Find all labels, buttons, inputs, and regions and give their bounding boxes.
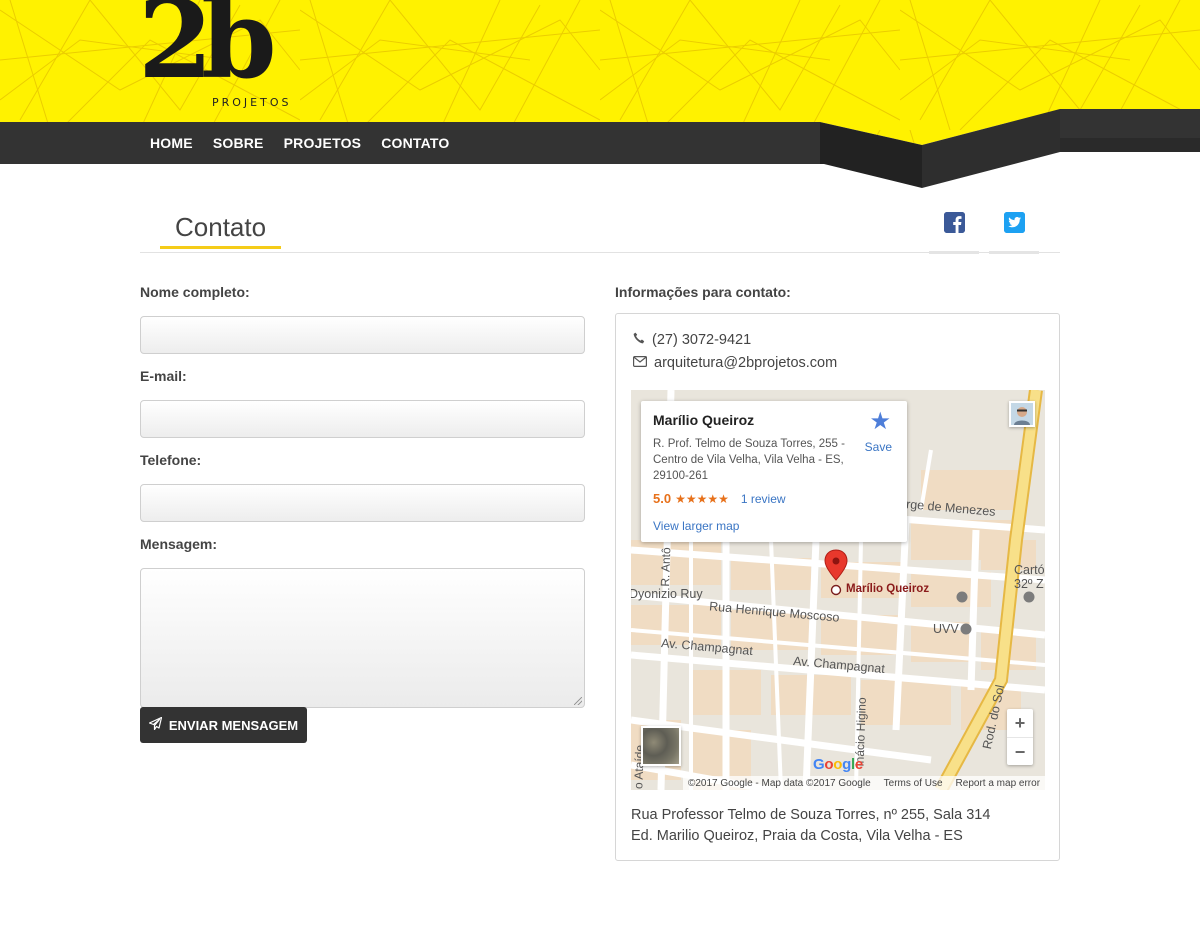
message-field[interactable]	[140, 568, 585, 708]
send-message-button[interactable]: ENVIAR MENSAGEM	[140, 707, 307, 743]
main-nav: HOME SOBRE PROJETOS CONTATO	[140, 122, 460, 164]
title-row: Contato	[140, 200, 1060, 254]
phone-number: (27) 3072-9421	[652, 332, 752, 348]
logo[interactable]: 2b PROJETOS	[138, 0, 298, 118]
place-info-card: Marílio Queiroz R. Prof. Telmo de Souza …	[641, 401, 907, 542]
nav-sobre[interactable]: SOBRE	[213, 135, 264, 151]
contact-form: Nome completo: E-mail: Telefone: Mensage…	[140, 280, 585, 743]
paper-plane-icon	[148, 716, 162, 733]
address: Rua Professor Telmo de Souza Torres, nº …	[631, 805, 990, 847]
satellite-toggle[interactable]	[641, 726, 681, 766]
star-icon[interactable]: ★	[869, 407, 891, 436]
google-map[interactable]: Dyonizio Ruy Rua Henrique Moscoso Av. Ch…	[631, 390, 1045, 790]
send-message-label: ENVIAR MENSAGEM	[168, 717, 299, 733]
rating-score: 5.0	[653, 491, 672, 506]
facebook-button[interactable]	[929, 212, 979, 254]
phone-label: Telefone:	[140, 452, 202, 468]
zoom-control: + −	[1007, 709, 1033, 765]
email-line: arquitetura@2bprojetos.com	[633, 355, 837, 371]
place-rating: 5.0 ★★★★★ 1 review	[653, 491, 786, 506]
poi-label: UVV	[933, 622, 959, 636]
place-marker-label[interactable]: Marílio Queiroz	[846, 583, 929, 595]
address-line-2: Ed. Marilio Queiroz, Praia da Costa, Vil…	[631, 828, 963, 844]
contact-info-heading: Informações para contato:	[615, 284, 791, 300]
rating-stars: ★★★★★	[675, 491, 729, 506]
page-title: Contato	[160, 200, 282, 249]
phone-line: (27) 3072-9421	[633, 332, 751, 348]
save-button[interactable]: Save	[865, 440, 892, 454]
nav-projetos[interactable]: PROJETOS	[284, 135, 362, 151]
envelope-icon	[633, 355, 648, 371]
email-field[interactable]	[140, 400, 585, 438]
nav-contato[interactable]: CONTATO	[381, 135, 449, 151]
email-address[interactable]: arquitetura@2bprojetos.com	[654, 355, 837, 371]
map-footer: ©2017 Google - Map data ©2017 Google Ter…	[683, 776, 1045, 790]
place-address: R. Prof. Telmo de Souza Torres, 255 - Ce…	[653, 438, 845, 482]
zoom-in-button[interactable]: +	[1007, 709, 1033, 738]
address-line-1: Rua Professor Telmo de Souza Torres, nº …	[631, 807, 991, 823]
zoom-out-button[interactable]: −	[1007, 738, 1033, 766]
email-label: E-mail:	[140, 368, 187, 384]
view-larger-map-link[interactable]: View larger map	[653, 519, 739, 533]
contact-info-box: (27) 3072-9421 arquitetura@2bprojetos.co…	[615, 313, 1060, 861]
street-label: Dyonizio Ruy	[631, 587, 703, 601]
place-name: Marílio Queiroz	[653, 412, 755, 428]
name-field[interactable]	[140, 316, 585, 354]
map-copyright: ©2017 Google - Map data ©2017 Google	[688, 777, 871, 789]
phone-field[interactable]	[140, 484, 585, 522]
street-label: R. Antô	[657, 547, 674, 587]
site-header: 2b PROJETOS HOME SOBRE PROJETOS CONTATO	[0, 0, 1200, 200]
twitter-button[interactable]	[989, 212, 1039, 254]
nav-home[interactable]: HOME	[150, 135, 193, 151]
report-error-link[interactable]: Report a map error	[956, 778, 1040, 789]
phone-icon	[633, 332, 645, 348]
terms-link[interactable]: Terms of Use	[884, 778, 943, 789]
facebook-icon	[943, 212, 965, 233]
avatar[interactable]	[1009, 401, 1035, 427]
logo-mark: 2b	[138, 0, 277, 103]
google-logo: Google	[813, 756, 863, 773]
logo-subtitle: PROJETOS	[212, 96, 292, 109]
twitter-icon	[1003, 212, 1025, 233]
message-label: Mensagem:	[140, 536, 218, 552]
poi-label: 32º Z	[1014, 577, 1044, 591]
name-label: Nome completo:	[140, 284, 250, 300]
resize-handle[interactable]	[574, 697, 582, 705]
reviews-link[interactable]: 1 review	[741, 492, 786, 506]
poi-label: Cartó	[1014, 563, 1045, 577]
